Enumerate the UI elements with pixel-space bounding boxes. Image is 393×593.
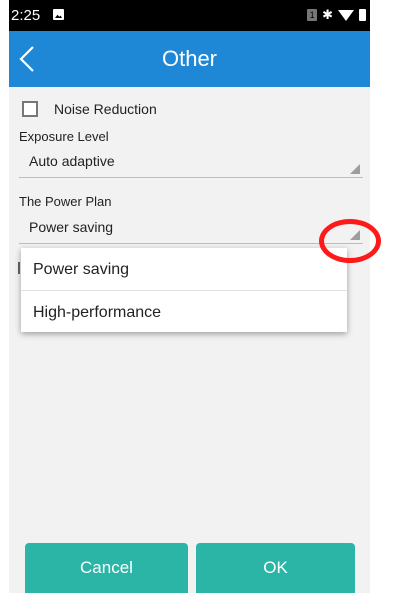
exposure-level-label: Exposure Level bbox=[19, 129, 109, 144]
app-bar: Other bbox=[9, 31, 370, 87]
ok-button[interactable]: OK bbox=[196, 543, 355, 593]
dropdown-arrow-icon bbox=[350, 164, 360, 174]
option-high-performance[interactable]: High-performance bbox=[33, 304, 161, 322]
noise-reduction-checkbox[interactable] bbox=[22, 101, 38, 117]
status-time: 2:25 bbox=[11, 7, 41, 24]
noise-reduction-label: Noise Reduction bbox=[54, 101, 157, 117]
power-plan-value: Power saving bbox=[29, 219, 114, 235]
menu-divider bbox=[21, 290, 347, 291]
wifi-icon bbox=[338, 9, 354, 21]
select-edge-marker bbox=[18, 262, 20, 274]
exposure-level-select[interactable]: Auto adaptive bbox=[19, 149, 363, 178]
bluetooth-icon: ✱ bbox=[322, 7, 333, 22]
power-plan-select[interactable]: Power saving bbox=[19, 215, 363, 244]
battery-icon bbox=[359, 9, 366, 21]
cancel-button[interactable]: Cancel bbox=[25, 543, 188, 593]
exposure-level-value: Auto adaptive bbox=[29, 153, 115, 169]
highlight-circle-annotation bbox=[319, 219, 381, 263]
option-power-saving[interactable]: Power saving bbox=[33, 261, 129, 279]
power-plan-label: The Power Plan bbox=[19, 194, 112, 209]
settings-panel: Noise Reduction Exposure Level Auto adap… bbox=[9, 87, 370, 593]
status-icons: 1 ✱ bbox=[307, 7, 366, 23]
noise-reduction-row[interactable]: Noise Reduction bbox=[22, 101, 157, 117]
power-plan-dropdown-menu: Power saving High-performance bbox=[21, 248, 347, 332]
image-icon bbox=[53, 9, 64, 20]
sim-icon: 1 bbox=[307, 9, 318, 21]
status-bar: 2:25 1 ✱ bbox=[9, 0, 370, 31]
page-title: Other bbox=[161, 46, 218, 71]
